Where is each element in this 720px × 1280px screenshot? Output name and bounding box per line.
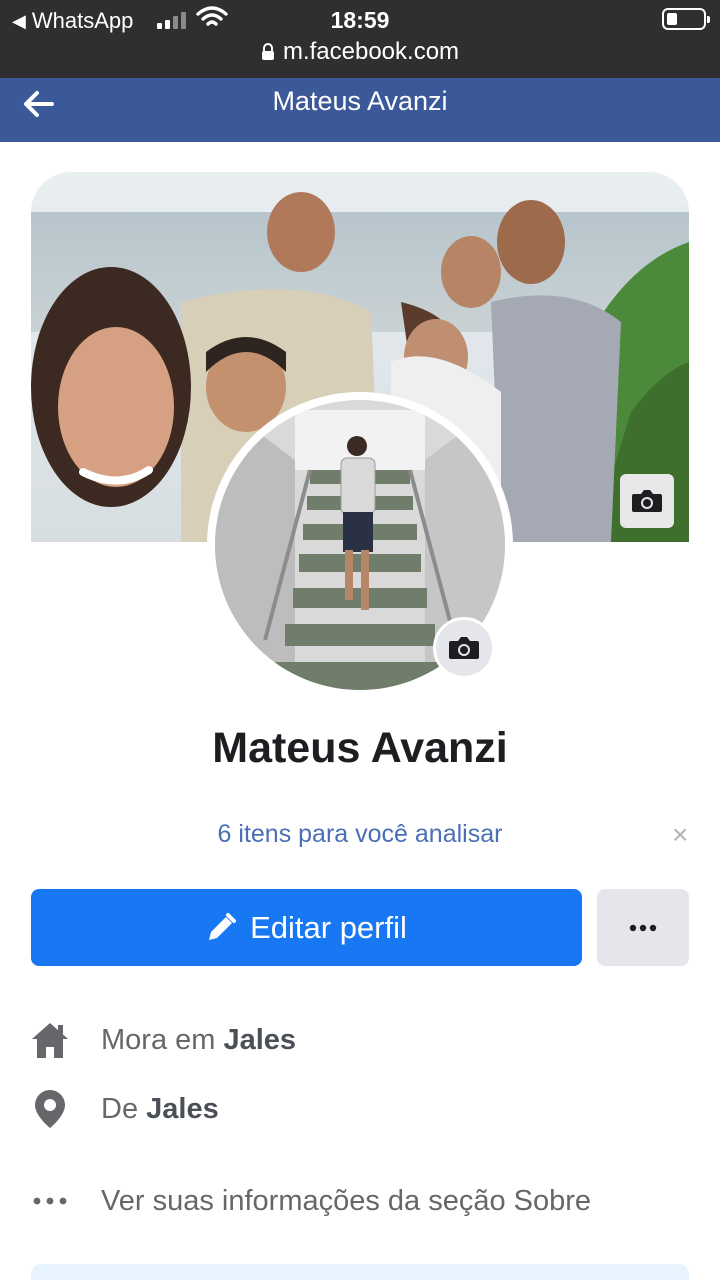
review-items-link[interactable]: 6 itens para você analisar (0, 820, 720, 849)
location-pin-icon (30, 1089, 70, 1129)
info-lives-in[interactable]: Mora em Jales (30, 1020, 296, 1060)
avatar-camera-button[interactable] (433, 617, 495, 679)
ellipsis-icon (629, 924, 657, 931)
page-title: Mateus Avanzi (272, 86, 448, 116)
close-icon[interactable]: × (672, 820, 688, 850)
url-text: m.facebook.com (282, 38, 460, 65)
lock-icon (261, 43, 274, 60)
from-prefix: De (101, 1092, 147, 1125)
from-city: Jales (146, 1092, 219, 1125)
facebook-header: Mateus Avanzi (0, 78, 720, 142)
info-from[interactable]: De Jales (30, 1089, 219, 1129)
url-bar[interactable]: m.facebook.com (0, 38, 720, 66)
lives-prefix: Mora em (101, 1023, 224, 1056)
about-link-label: Ver suas informações da seção Sobre (101, 1184, 592, 1217)
camera-icon (632, 490, 662, 512)
edit-profile-button[interactable]: Editar perfil (31, 889, 582, 966)
home-icon (30, 1020, 70, 1060)
status-bar: ◀ WhatsApp 18:59 m.facebook.com (0, 0, 720, 78)
clock: 18:59 (330, 7, 390, 33)
edit-profile-label: Editar perfil (250, 909, 407, 945)
cover-camera-button[interactable] (620, 474, 674, 528)
pencil-icon (209, 912, 237, 940)
more-options-button[interactable] (597, 889, 689, 966)
battery-icon (662, 8, 710, 30)
profile-name: Mateus Avanzi (212, 724, 508, 772)
about-link[interactable]: Ver suas informações da seção Sobre (30, 1181, 591, 1221)
lives-city: Jales (223, 1023, 297, 1056)
ellipsis-icon (30, 1181, 70, 1221)
camera-icon (449, 637, 479, 659)
next-card (31, 1264, 689, 1280)
